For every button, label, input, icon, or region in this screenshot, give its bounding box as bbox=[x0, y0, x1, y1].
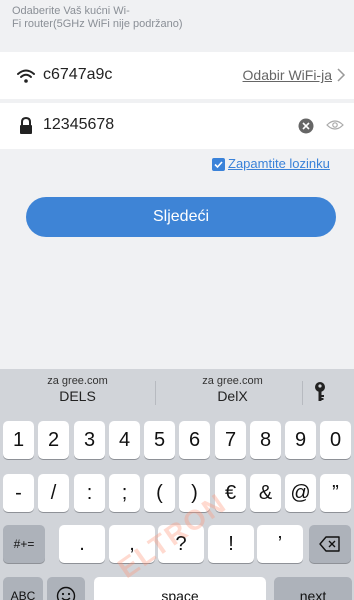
key-2[interactable]: 2 bbox=[38, 421, 69, 459]
key-more-symbols[interactable]: #+= bbox=[3, 525, 45, 563]
key-6[interactable]: 6 bbox=[179, 421, 210, 459]
key-exclamation[interactable]: ! bbox=[208, 525, 254, 563]
wifi-setup-screen: Odaberite Vaš kućni Wi- Fi router(5GHz W… bbox=[0, 0, 354, 600]
suggestion-2[interactable]: za gree.com DelX bbox=[185, 375, 280, 404]
suggestion-bar: za gree.com DELS za gree.com DelX bbox=[0, 369, 354, 413]
clear-icon[interactable] bbox=[298, 118, 314, 134]
key-at[interactable]: @ bbox=[285, 474, 316, 512]
key-apostrophe[interactable]: ’ bbox=[257, 525, 303, 563]
backspace-icon bbox=[319, 536, 340, 552]
eye-icon[interactable] bbox=[326, 118, 344, 132]
check-icon bbox=[214, 161, 223, 169]
key-hyphen[interactable]: - bbox=[3, 474, 34, 512]
suggestion-source: za gree.com bbox=[47, 375, 108, 387]
select-wifi-link[interactable]: Odabir WiFi-ja bbox=[243, 67, 332, 83]
next-key[interactable]: next bbox=[274, 577, 352, 600]
next-button[interactable]: Sljedeći bbox=[26, 197, 336, 237]
key-paren-open[interactable]: ( bbox=[144, 474, 175, 512]
key-8[interactable]: 8 bbox=[250, 421, 281, 459]
key-abc[interactable]: ABC bbox=[3, 577, 43, 600]
key-7[interactable]: 7 bbox=[215, 421, 246, 459]
key-colon[interactable]: : bbox=[74, 474, 105, 512]
password-field[interactable]: 12345678 bbox=[43, 116, 114, 134]
lock-icon bbox=[20, 116, 32, 134]
suggestion-source: za gree.com bbox=[202, 375, 263, 387]
wifi-row[interactable]: c6747a9c Odabir WiFi-ja bbox=[0, 53, 354, 99]
key-quote[interactable]: ” bbox=[320, 474, 351, 512]
hint-line-1: Odaberite Vaš kućni Wi- bbox=[12, 5, 130, 17]
key-1[interactable]: 1 bbox=[3, 421, 34, 459]
key-semicolon[interactable]: ; bbox=[109, 474, 140, 512]
key-5[interactable]: 5 bbox=[144, 421, 175, 459]
password-row[interactable]: 12345678 bbox=[0, 103, 354, 149]
instruction-hint: Odaberite Vaš kućni Wi- Fi router(5GHz W… bbox=[0, 0, 354, 52]
chevron-right-icon[interactable] bbox=[336, 67, 346, 83]
key-ampersand[interactable]: & bbox=[250, 474, 281, 512]
key-period[interactable]: . bbox=[59, 525, 105, 563]
suggestion-word: DelX bbox=[217, 388, 248, 404]
suggestion-separator bbox=[302, 381, 303, 405]
emoji-icon bbox=[56, 586, 76, 600]
wifi-ssid: c6747a9c bbox=[43, 66, 113, 83]
key-icon[interactable] bbox=[312, 381, 328, 403]
key-0[interactable]: 0 bbox=[320, 421, 351, 459]
hint-line-2: Fi router(5GHz WiFi nije podržano) bbox=[12, 18, 183, 30]
key-9[interactable]: 9 bbox=[285, 421, 316, 459]
space-key[interactable]: space bbox=[94, 577, 266, 600]
key-3[interactable]: 3 bbox=[74, 421, 105, 459]
delete-key[interactable] bbox=[309, 525, 351, 563]
suggestion-1[interactable]: za gree.com DELS bbox=[30, 375, 125, 404]
remember-checkbox[interactable] bbox=[212, 158, 225, 171]
suggestion-word: DELS bbox=[59, 388, 96, 404]
suggestion-separator bbox=[155, 381, 156, 405]
keyboard: za gree.com DELS za gree.com DelX 1 2 3 … bbox=[0, 369, 354, 600]
emoji-key[interactable] bbox=[47, 577, 85, 600]
wifi-icon bbox=[17, 69, 35, 83]
remember-label[interactable]: Zapamtite lozinku bbox=[228, 156, 330, 171]
key-4[interactable]: 4 bbox=[109, 421, 140, 459]
key-slash[interactable]: / bbox=[38, 474, 69, 512]
